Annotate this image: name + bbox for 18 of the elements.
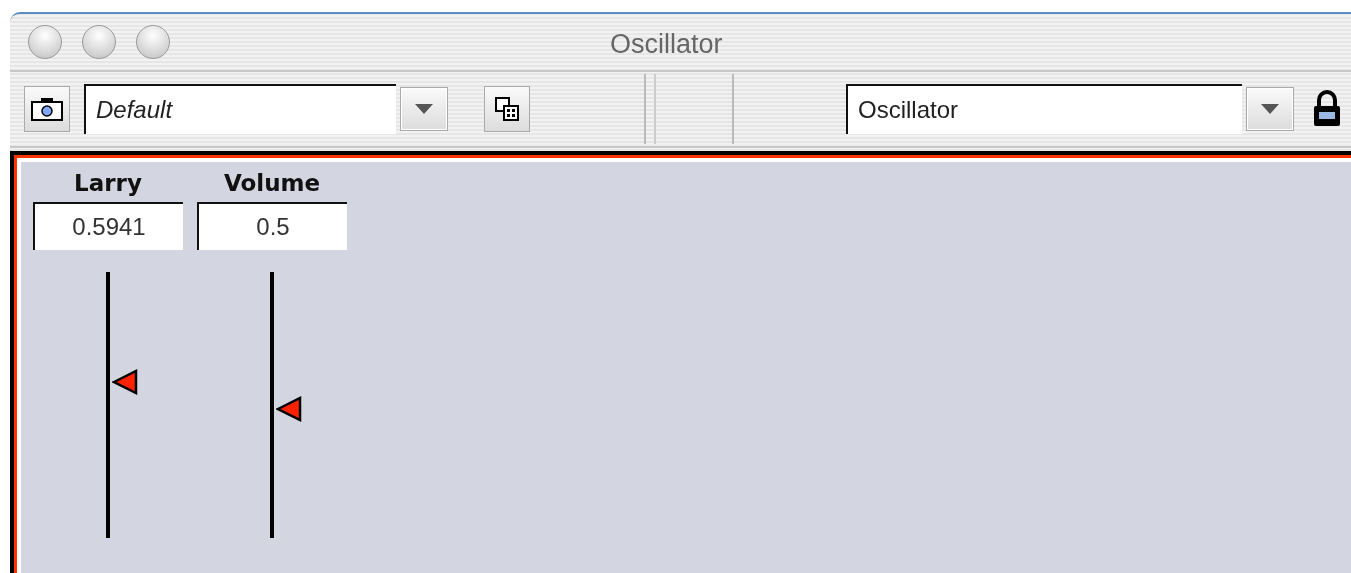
control-label: Larry: [74, 169, 142, 198]
windows-icon: [495, 97, 519, 121]
window-button[interactable]: [484, 86, 530, 132]
lock-icon: [1312, 90, 1342, 128]
patch-field[interactable]: Oscillator: [846, 84, 1242, 134]
camera-button[interactable]: [24, 86, 70, 132]
number-box[interactable]: 0.5: [197, 202, 347, 250]
caret-icon: [415, 104, 433, 114]
slider-thumb[interactable]: [112, 369, 138, 396]
window-title: Oscillator: [610, 28, 723, 61]
control-label: Volume: [223, 169, 321, 198]
slider-thumb[interactable]: [276, 395, 302, 422]
preset-field[interactable]: Default: [84, 84, 396, 134]
caret-icon: [1261, 104, 1279, 114]
number-box[interactable]: 0.5941: [33, 202, 183, 250]
dropdown-button[interactable]: [400, 87, 448, 131]
camera-icon: [31, 97, 63, 121]
dropdown-button[interactable]: [1246, 87, 1294, 131]
